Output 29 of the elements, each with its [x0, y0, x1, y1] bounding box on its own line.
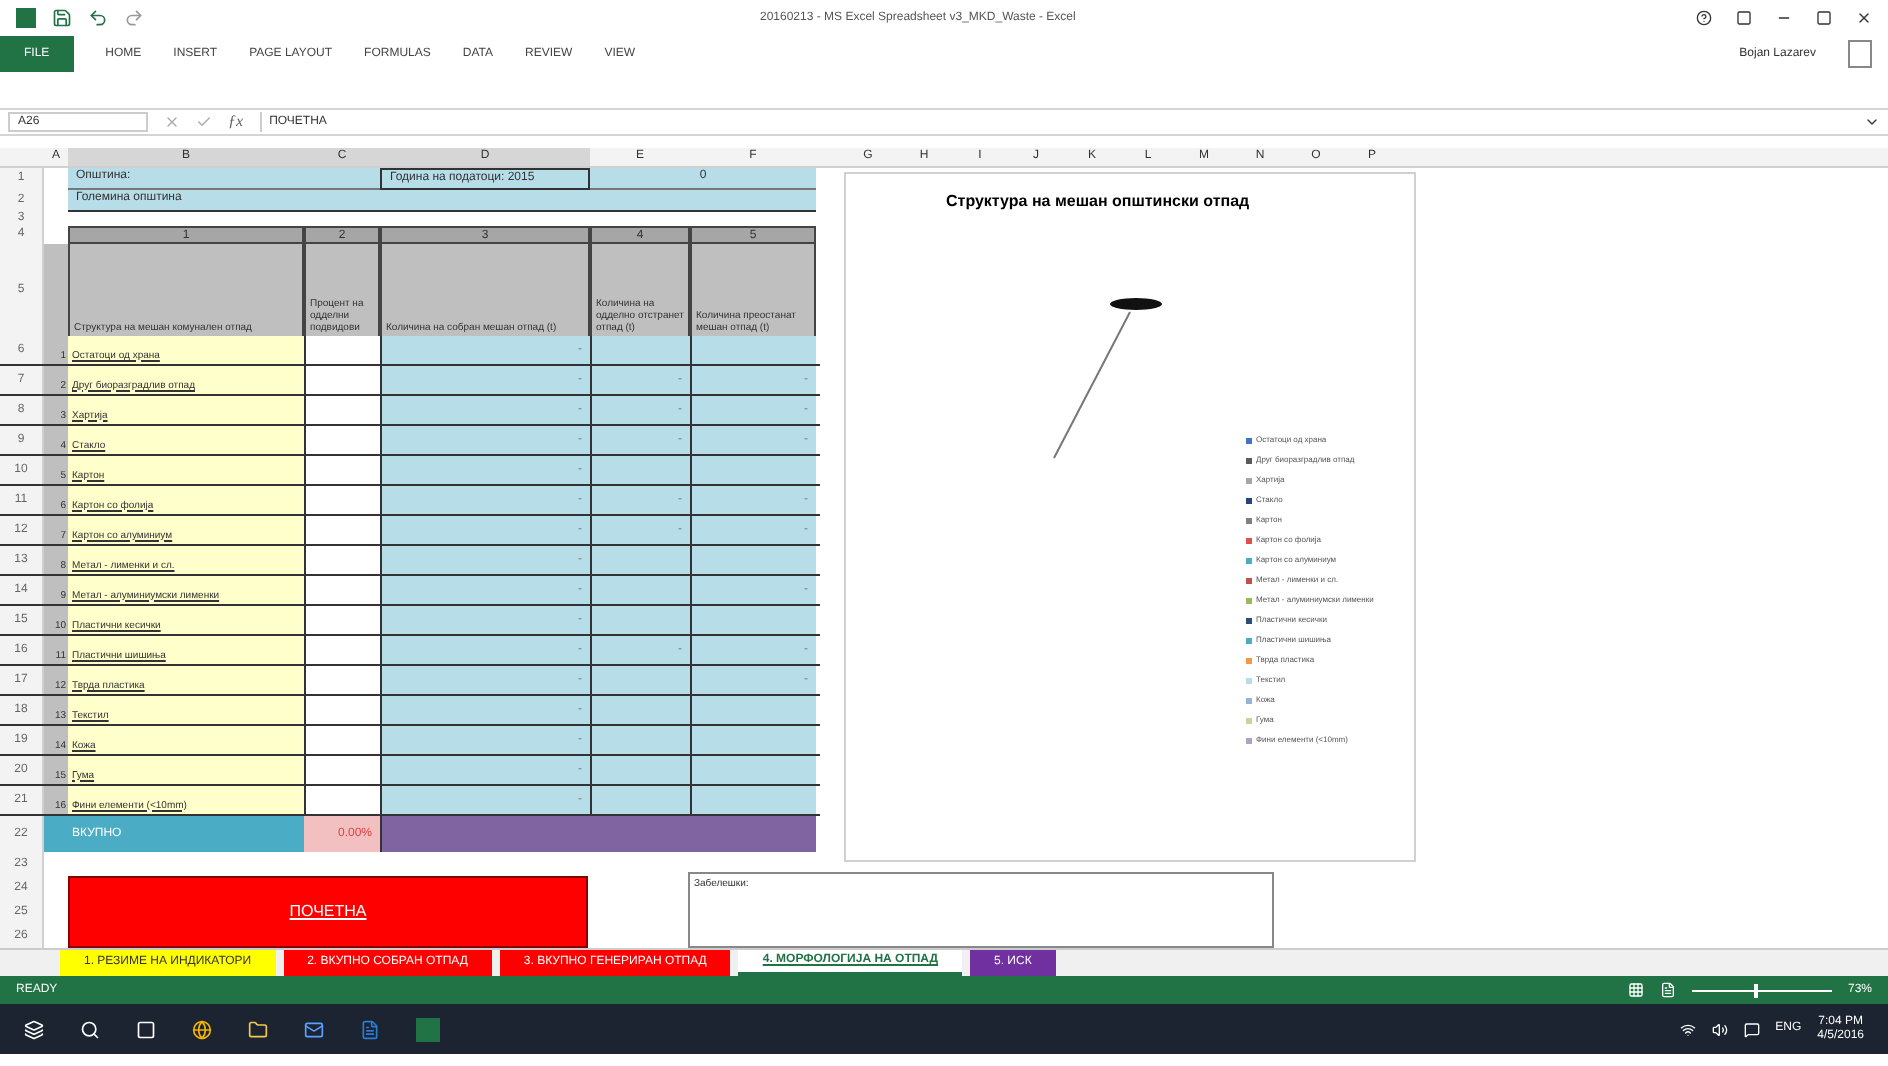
chart-title: Структура на мешан општински отпад	[946, 190, 1252, 214]
task-view-icon[interactable]	[136, 1019, 156, 1039]
ribbon-display-icon[interactable]	[1736, 10, 1752, 26]
folder-icon[interactable]	[248, 1019, 268, 1039]
page-layout-icon[interactable]	[1659, 982, 1676, 998]
redo-icon[interactable]	[124, 8, 144, 28]
undo-icon[interactable]	[88, 8, 108, 28]
wifi-icon[interactable]	[1679, 1021, 1696, 1037]
header-cell	[44, 244, 68, 336]
mail-icon[interactable]	[304, 1019, 324, 1039]
normal-view-icon[interactable]	[1627, 982, 1644, 998]
maximize-icon[interactable]	[1816, 10, 1832, 26]
function-icon[interactable]: ƒx	[228, 110, 244, 134]
blurred-label-drawing	[1110, 298, 1162, 310]
close-icon[interactable]	[1856, 10, 1872, 26]
document-icon[interactable]	[360, 1019, 380, 1039]
search-icon[interactable]	[80, 1019, 100, 1039]
app-logo-icon	[16, 8, 36, 28]
user-avatar-icon	[1848, 40, 1872, 68]
start-icon[interactable]	[24, 1019, 44, 1039]
help-icon[interactable]	[1696, 10, 1712, 26]
zoom-thumb[interactable]	[1754, 983, 1759, 997]
expand-icon[interactable]	[1864, 114, 1880, 130]
save-icon[interactable]	[52, 8, 72, 28]
home-button[interactable]: ПОЧЕТНА	[68, 876, 588, 948]
notification-icon[interactable]	[1743, 1021, 1760, 1037]
volume-icon[interactable]	[1711, 1021, 1728, 1037]
browser-icon[interactable]	[192, 1019, 212, 1039]
spreadsheet-app-icon[interactable]	[416, 1017, 440, 1041]
